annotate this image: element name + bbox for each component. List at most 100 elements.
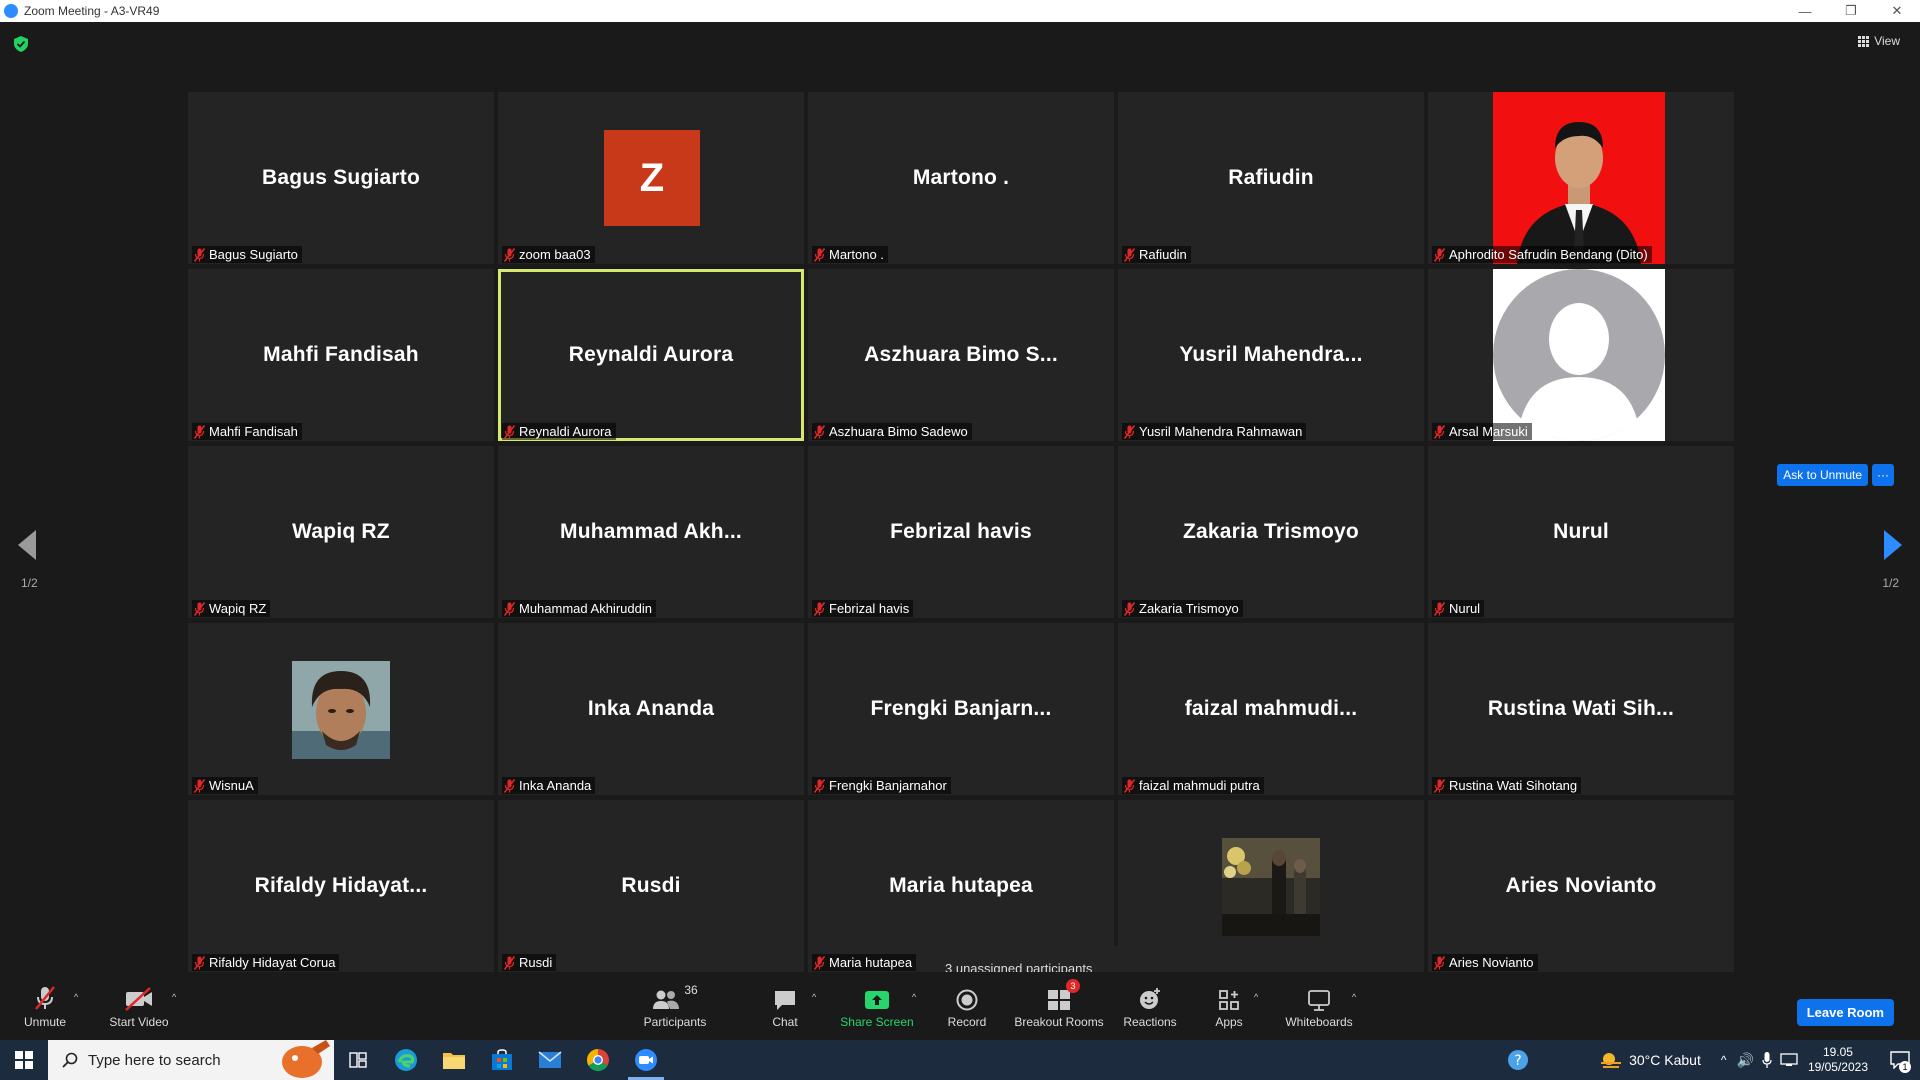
- participant-name: Rafiudin: [1139, 247, 1187, 262]
- edge-taskbar-app[interactable]: [382, 1040, 430, 1080]
- participant-tile[interactable]: Mahfi Fandisah Mahfi Fandisah: [188, 269, 494, 441]
- participant-name: Aphrodito Safrudin Bendang (Dito): [1449, 247, 1648, 262]
- minimize-button[interactable]: —: [1782, 0, 1828, 22]
- mail-taskbar-app[interactable]: [526, 1040, 574, 1080]
- video-options-caret-icon[interactable]: ^: [172, 992, 176, 1002]
- more-options-button[interactable]: ···: [1872, 464, 1894, 486]
- clock-time: 19.05: [1822, 1045, 1853, 1059]
- breakout-rooms-button[interactable]: 3 Breakout Rooms: [1013, 972, 1105, 1040]
- participant-name-label: WisnuA: [192, 777, 258, 794]
- notification-center-button[interactable]: 1: [1880, 1040, 1920, 1080]
- participant-tile[interactable]: Bagus Sugiarto Bagus Sugiarto: [188, 92, 494, 264]
- participant-name-label: Nurul: [1432, 600, 1485, 617]
- whiteboards-label: Whiteboards: [1285, 1015, 1353, 1029]
- whiteboards-button[interactable]: Whiteboards: [1283, 972, 1355, 1040]
- participant-name: zoom baa03: [519, 247, 591, 262]
- participant-tile[interactable]: Martono . Martono .: [808, 92, 1114, 264]
- previous-page-arrow-icon[interactable]: [18, 530, 36, 560]
- participant-tile[interactable]: Yusril Mahendra... Yusril Mahendra Rahmaw…: [1118, 269, 1424, 441]
- participant-tile[interactable]: Rifaldy Hidayat... Rifaldy Hidayat Corua: [188, 800, 494, 972]
- participant-tile[interactable]: Zzoom baa03: [498, 92, 804, 264]
- restore-button[interactable]: ❐: [1828, 0, 1874, 22]
- participant-tile[interactable]: Rafiudin Rafiudin: [1118, 92, 1424, 264]
- participant-tile[interactable]: Rustina Wati Sih... Rustina Wati Sihotang: [1428, 623, 1734, 795]
- participant-tile[interactable]: faizal mahmudi... faizal mahmudi putra: [1118, 623, 1424, 795]
- chat-button[interactable]: Chat: [765, 972, 805, 1040]
- reactions-label: Reactions: [1123, 1015, 1177, 1029]
- help-icon[interactable]: ?: [1507, 1049, 1529, 1071]
- participant-display-name: Rifaldy Hidayat...: [254, 874, 428, 897]
- participant-tile[interactable]: Febrizal havis Febrizal havis: [808, 446, 1114, 618]
- chrome-taskbar-app[interactable]: [574, 1040, 622, 1080]
- participant-display-name: Aries Novianto: [1505, 874, 1657, 897]
- zoom-taskbar-app[interactable]: [622, 1040, 670, 1080]
- participant-name: faizal mahmudi putra: [1139, 778, 1260, 793]
- whiteboards-options-caret-icon[interactable]: ^: [1352, 992, 1356, 1002]
- participant-tile[interactable]: Muhammad Akh... Muhammad Akhiruddin: [498, 446, 804, 618]
- file-explorer-taskbar-app[interactable]: [430, 1040, 478, 1080]
- task-view-button[interactable]: [334, 1040, 382, 1080]
- weather-text[interactable]: 30°C Kabut: [1629, 1052, 1701, 1068]
- participant-tile[interactable]: Reynaldi Aurora Reynaldi Aurora: [498, 269, 804, 441]
- next-page-arrow-icon[interactable]: [1884, 530, 1902, 560]
- muted-mic-icon: [1124, 247, 1135, 262]
- participant-name-label: Rusdi: [502, 954, 557, 971]
- participant-name: Febrizal havis: [829, 601, 910, 616]
- muted-mic-icon: [814, 955, 825, 970]
- network-icon[interactable]: [1780, 1053, 1798, 1067]
- participant-tile[interactable]: WisnuA: [188, 623, 494, 795]
- participant-tile[interactable]: Zakaria Trismoyo Zakaria Trismoyo: [1118, 446, 1424, 618]
- microphone-icon[interactable]: [1762, 1052, 1772, 1068]
- start-button[interactable]: [0, 1040, 48, 1080]
- muted-mic-icon: [504, 778, 515, 793]
- muted-mic-icon: [1434, 778, 1445, 793]
- participant-name-label: Frengki Banjarnahor: [812, 777, 951, 794]
- volume-icon[interactable]: 🔊: [1737, 1052, 1754, 1069]
- participant-tile[interactable]: Aszhuara Bimo S... Aszhuara Bimo Sadewo: [808, 269, 1114, 441]
- participant-name-label: zoom baa03: [502, 246, 595, 263]
- participant-tile[interactable]: Inka Ananda Inka Ananda: [498, 623, 804, 795]
- record-button[interactable]: Record: [945, 972, 989, 1040]
- participant-tile[interactable]: Frengki Banjarn... Frengki Banjarnahor: [808, 623, 1114, 795]
- participant-name-label: Martono .: [812, 246, 888, 263]
- tray-overflow-icon[interactable]: ^: [1721, 1053, 1727, 1067]
- apps-options-caret-icon[interactable]: ^: [1254, 992, 1258, 1002]
- meeting-toolbar: Unmute ^ Start Video ^ 36 Participants C…: [0, 972, 1920, 1040]
- participant-tile[interactable]: Rusdi Rusdi: [498, 800, 804, 972]
- ask-to-unmute-button[interactable]: Ask to Unmute: [1777, 464, 1868, 486]
- audio-options-caret-icon[interactable]: ^: [74, 992, 78, 1002]
- unmute-button[interactable]: Unmute: [22, 972, 68, 1040]
- participant-name: Yusril Mahendra Rahmawan: [1139, 424, 1303, 439]
- participant-tile[interactable]: Arsal Marsuki: [1428, 269, 1734, 441]
- participant-tile[interactable]: Wapiq RZ Wapiq RZ: [188, 446, 494, 618]
- taskbar-search[interactable]: Type here to search: [48, 1040, 334, 1080]
- share-options-caret-icon[interactable]: ^: [912, 992, 916, 1002]
- chat-options-caret-icon[interactable]: ^: [812, 992, 816, 1002]
- participant-tile[interactable]: Aries Novianto Aries Novianto: [1428, 800, 1734, 972]
- participant-name: Rustina Wati Sihotang: [1449, 778, 1578, 793]
- apps-button[interactable]: Apps: [1211, 972, 1247, 1040]
- start-video-button[interactable]: Start Video: [108, 972, 170, 1040]
- reactions-icon: [1140, 988, 1160, 1009]
- leave-room-button[interactable]: Leave Room: [1796, 999, 1894, 1026]
- chat-icon: [775, 991, 795, 1010]
- weather-icon: [1601, 1053, 1622, 1068]
- participant-tile[interactable]: Nurul Nurul: [1428, 446, 1734, 618]
- participant-name-label: Muhammad Akhiruddin: [502, 600, 656, 617]
- apps-icon: [1219, 990, 1239, 1010]
- share-screen-button[interactable]: Share Screen: [840, 972, 914, 1040]
- encryption-shield-icon[interactable]: [14, 36, 28, 52]
- close-button[interactable]: ✕: [1874, 0, 1920, 22]
- muted-mic-icon: [1434, 247, 1445, 262]
- participant-display-name: Bagus Sugiarto: [262, 166, 420, 189]
- view-button[interactable]: View: [1858, 34, 1900, 48]
- participant-name: Reynaldi Aurora: [519, 424, 612, 439]
- participant-name-label: Aszhuara Bimo Sadewo: [812, 423, 972, 440]
- participant-tile[interactable]: Aphrodito Safrudin Bendang (Dito): [1428, 92, 1734, 264]
- participants-button[interactable]: 36 Participants: [640, 972, 710, 1040]
- reactions-button[interactable]: Reactions: [1120, 972, 1180, 1040]
- clock[interactable]: 19.05 19/05/2023: [1808, 1045, 1868, 1075]
- store-taskbar-app[interactable]: [478, 1040, 526, 1080]
- participant-name: Nurul: [1449, 601, 1481, 616]
- letter-avatar: Z: [604, 130, 700, 226]
